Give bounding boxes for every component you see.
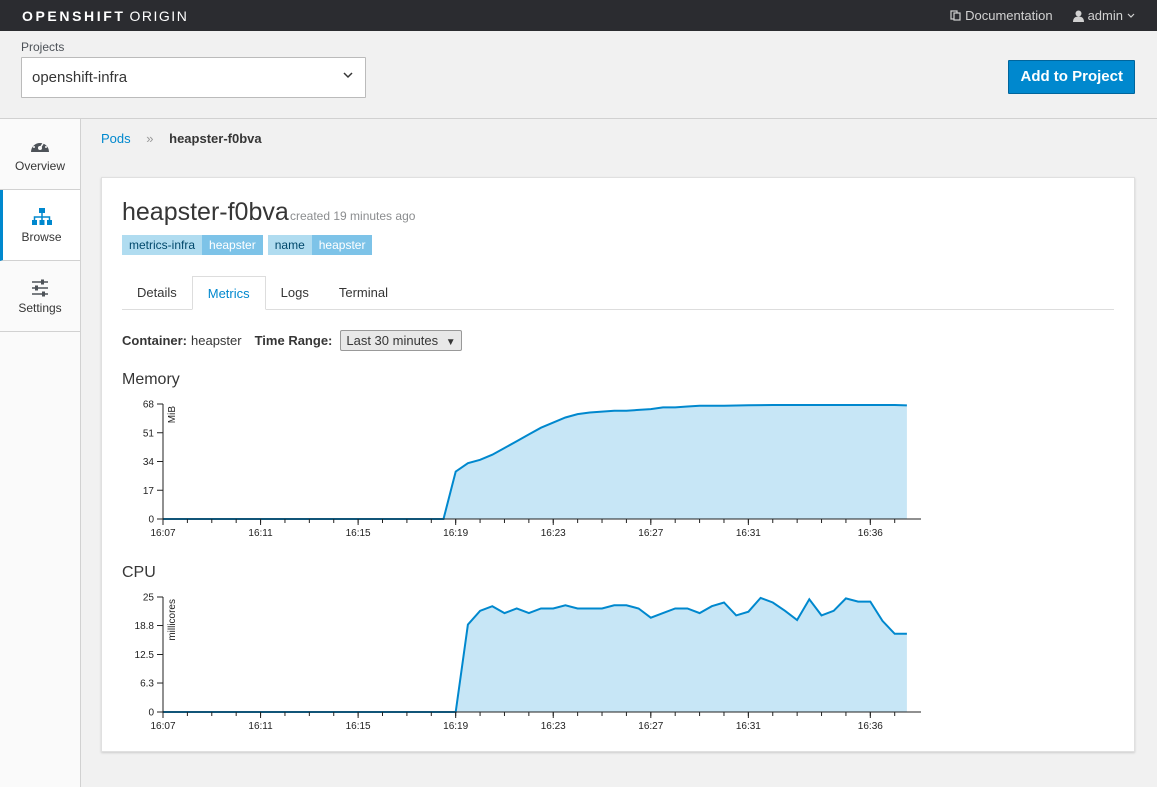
time-range-select[interactable]: Last 30 minutes ▼ — [340, 330, 462, 351]
memory-x-tick-label: 16:36 — [858, 528, 883, 539]
user-name: admin — [1087, 8, 1123, 23]
sidebar-item-label: Settings — [18, 301, 62, 315]
cpu-x-tick-label: 16:07 — [150, 721, 175, 732]
memory-x-tick-label: 16:19 — [443, 528, 468, 539]
memory-chart-title: Memory — [122, 371, 180, 388]
add-to-project-button[interactable]: Add to Project — [1008, 60, 1135, 94]
memory-x-tick-label: 16:27 — [638, 528, 663, 539]
project-select-value: openshift-infra — [32, 69, 128, 86]
sliders-icon — [32, 279, 48, 297]
brand-bold: OPENSHIFT — [22, 8, 126, 24]
cpu-area — [163, 597, 907, 712]
breadcrumb-separator: » — [146, 131, 154, 146]
memory-y-tick-label: 0 — [148, 515, 154, 526]
memory-chart: 0 17 34 51 68 16:07 16:11 16:15 16:19 16:23 16:27 1… — [143, 400, 921, 539]
pod-labels: metrics-infra heapster name heapster — [122, 235, 373, 255]
sidebar: Overview Browse Settings — [0, 119, 81, 787]
sidebar-item-settings[interactable]: Settings — [0, 261, 80, 332]
tab-terminal[interactable]: Terminal — [324, 276, 403, 309]
cpu-y-tick-label: 25 — [143, 593, 155, 604]
memory-y-axis-label: MiB — [167, 406, 178, 424]
time-range-value: Last 30 minutes — [346, 333, 439, 348]
label-key[interactable]: name — [267, 235, 312, 255]
cpu-x-tick-label: 16:27 — [638, 721, 663, 732]
documentation-label: Documentation — [965, 8, 1053, 23]
container-label: Container: — [122, 333, 187, 348]
tab-metrics[interactable]: Metrics — [191, 276, 266, 310]
cpu-x-tick-label: 16:19 — [443, 721, 468, 732]
cpu-chart-title: CPU — [122, 564, 156, 581]
documentation-link[interactable]: Documentation — [950, 8, 1053, 23]
sidebar-item-label: Overview — [14, 159, 65, 173]
breadcrumb-current: heapster-f0bva — [169, 131, 262, 146]
memory-x-tick-label: 16:15 — [346, 528, 371, 539]
page-title: heapster-f0bva — [122, 198, 289, 226]
cpu-y-tick-label: 12.5 — [135, 650, 155, 661]
cpu-chart: 0 6.3 12.5 18.8 25 16:07 16:11 16:15 16:19 16:23 1… — [135, 593, 921, 732]
breadcrumb-pods-link[interactable]: Pods — [101, 131, 131, 146]
user-icon — [1072, 10, 1084, 22]
pod-tabs: Details Metrics Logs Terminal — [122, 276, 1114, 310]
memory-y-tick-label: 68 — [143, 400, 155, 411]
label-tag[interactable]: name heapster — [267, 235, 373, 255]
label-key[interactable]: metrics-infra — [122, 235, 203, 255]
tab-logs[interactable]: Logs — [266, 276, 324, 309]
memory-x-tick-label: 16:11 — [248, 528, 273, 539]
memory-area — [163, 405, 907, 519]
projects-label: Projects — [21, 40, 65, 54]
chevron-down-icon — [343, 72, 353, 79]
user-menu[interactable]: admin — [1072, 8, 1135, 23]
cpu-y-tick-label: 6.3 — [140, 679, 154, 690]
cpu-x-tick-label: 16:15 — [346, 721, 371, 732]
brand-thin: ORIGIN — [129, 8, 189, 24]
sitemap-icon — [31, 208, 52, 225]
cpu-x-tick-label: 16:31 — [736, 721, 761, 732]
label-value[interactable]: heapster — [311, 235, 373, 255]
cpu-y-axis-label: millicores — [167, 599, 178, 641]
sidebar-item-label: Browse — [21, 230, 62, 244]
top-navbar: OPENSHIFT ORIGIN Documentation admin — [0, 0, 1157, 31]
memory-y-tick-label: 17 — [143, 486, 155, 497]
sidebar-item-browse[interactable]: Browse — [0, 190, 80, 261]
pod-card: heapster-f0bva created 19 minutes ago me… — [101, 177, 1135, 752]
memory-y-tick-label: 34 — [143, 457, 155, 468]
book-icon — [950, 10, 961, 21]
label-tag[interactable]: metrics-infra heapster — [122, 235, 263, 255]
brand-logo[interactable]: OPENSHIFT ORIGIN — [22, 8, 188, 24]
created-timestamp: created 19 minutes ago — [290, 209, 416, 223]
memory-x-tick-label: 16:31 — [736, 528, 761, 539]
cpu-y-tick-label: 18.8 — [135, 621, 155, 632]
label-value[interactable]: heapster — [202, 235, 263, 255]
cpu-x-tick-label: 16:11 — [248, 721, 273, 732]
dashboard-icon — [31, 139, 49, 152]
breadcrumb: Pods » heapster-f0bva — [101, 131, 262, 146]
chevron-down-icon — [1127, 13, 1135, 18]
cpu-x-tick-label: 16:36 — [858, 721, 883, 732]
cpu-y-tick-label: 0 — [148, 708, 154, 719]
project-select[interactable]: openshift-infra — [21, 57, 366, 98]
memory-x-tick-label: 16:07 — [150, 528, 175, 539]
project-bar: Projects openshift-infra Add to Project — [0, 31, 1157, 119]
memory-x-tick-label: 16:23 — [541, 528, 566, 539]
tab-details[interactable]: Details — [122, 276, 192, 309]
memory-y-tick-label: 51 — [143, 428, 155, 439]
caret-down-icon: ▼ — [445, 337, 456, 348]
time-range-label: Time Range: — [254, 333, 333, 348]
sidebar-item-overview[interactable]: Overview — [0, 119, 80, 190]
cpu-x-tick-label: 16:23 — [541, 721, 566, 732]
metrics-controls: Container: heapster Time Range: Last 30 … — [122, 330, 462, 351]
container-value: heapster — [191, 333, 242, 348]
